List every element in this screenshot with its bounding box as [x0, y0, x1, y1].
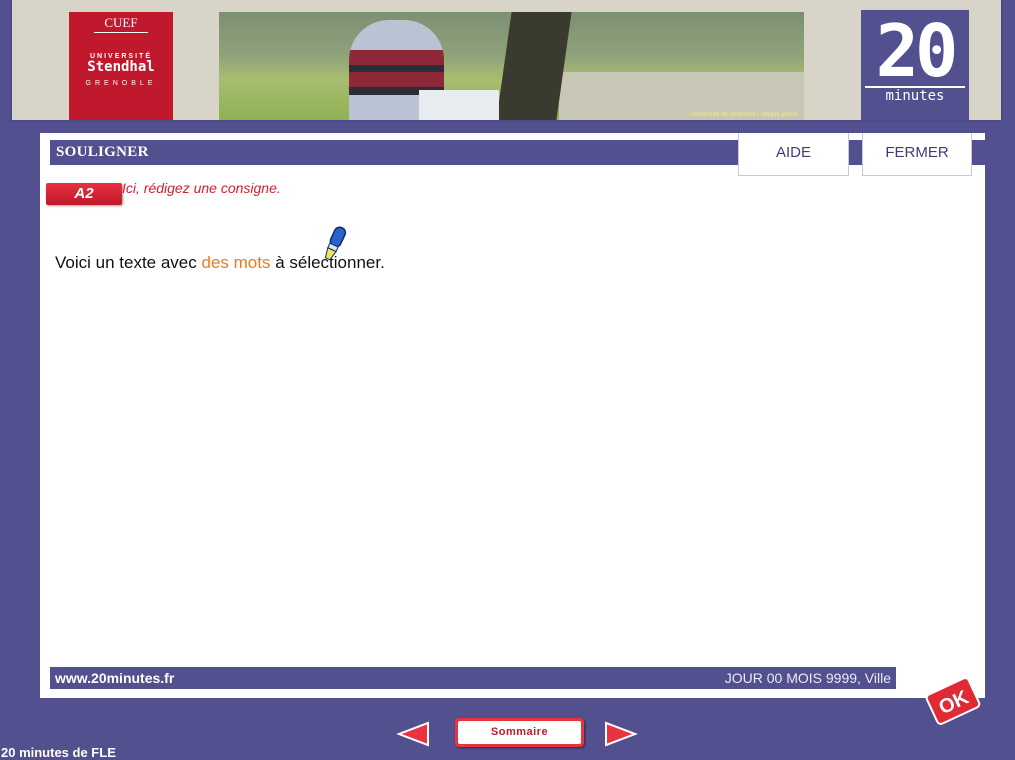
summary-button[interactable]: Sommaire — [455, 718, 584, 747]
summary-label: Sommaire — [458, 721, 581, 744]
university-line2: Stendhal — [87, 59, 155, 75]
photo-laptop — [419, 90, 499, 120]
close-button[interactable]: FERMER — [862, 133, 972, 176]
20minutes-logo: 20 minutes — [861, 10, 969, 120]
instruction-text: Ici, rédigez une consigne. — [122, 180, 281, 196]
banner-photo: Université de Grenoble / Utopik photo — [219, 12, 804, 120]
ok-button[interactable]: OK — [922, 676, 984, 726]
photo-caption: Université de Grenoble / Utopik photo — [690, 112, 798, 118]
exercise-title: SOULIGNER — [56, 144, 149, 160]
header-banner: CUEF UNIVERSITÉ Stendhal GRENOBLE Univer… — [10, 0, 1003, 122]
footer-bar: www.20minutes.fr JOUR 00 MOIS 9999, Vill… — [50, 667, 896, 689]
previous-arrow-icon[interactable] — [396, 721, 430, 747]
text-before: Voici un texte avec — [55, 253, 202, 272]
footer-url: www.20minutes.fr — [55, 670, 175, 686]
university-line3: GRENOBLE — [85, 80, 157, 87]
level-badge: A2 — [46, 183, 122, 205]
app-name: 20 minutes de FLE — [1, 745, 116, 760]
exercise-panel: SOULIGNER AIDE FERMER A2 Ici, rédigez un… — [40, 133, 987, 698]
cuef-label: CUEF — [94, 15, 148, 33]
help-button[interactable]: AIDE — [738, 133, 849, 176]
footer-date: JOUR 00 MOIS 9999, Ville — [724, 670, 891, 686]
highlighter-cursor-icon — [324, 226, 347, 261]
selectable-words[interactable]: des mots — [201, 253, 270, 272]
logo-number: 20 — [875, 9, 959, 93]
university-logo: CUEF UNIVERSITÉ Stendhal GRENOBLE — [69, 12, 173, 120]
next-arrow-icon[interactable] — [604, 721, 638, 747]
